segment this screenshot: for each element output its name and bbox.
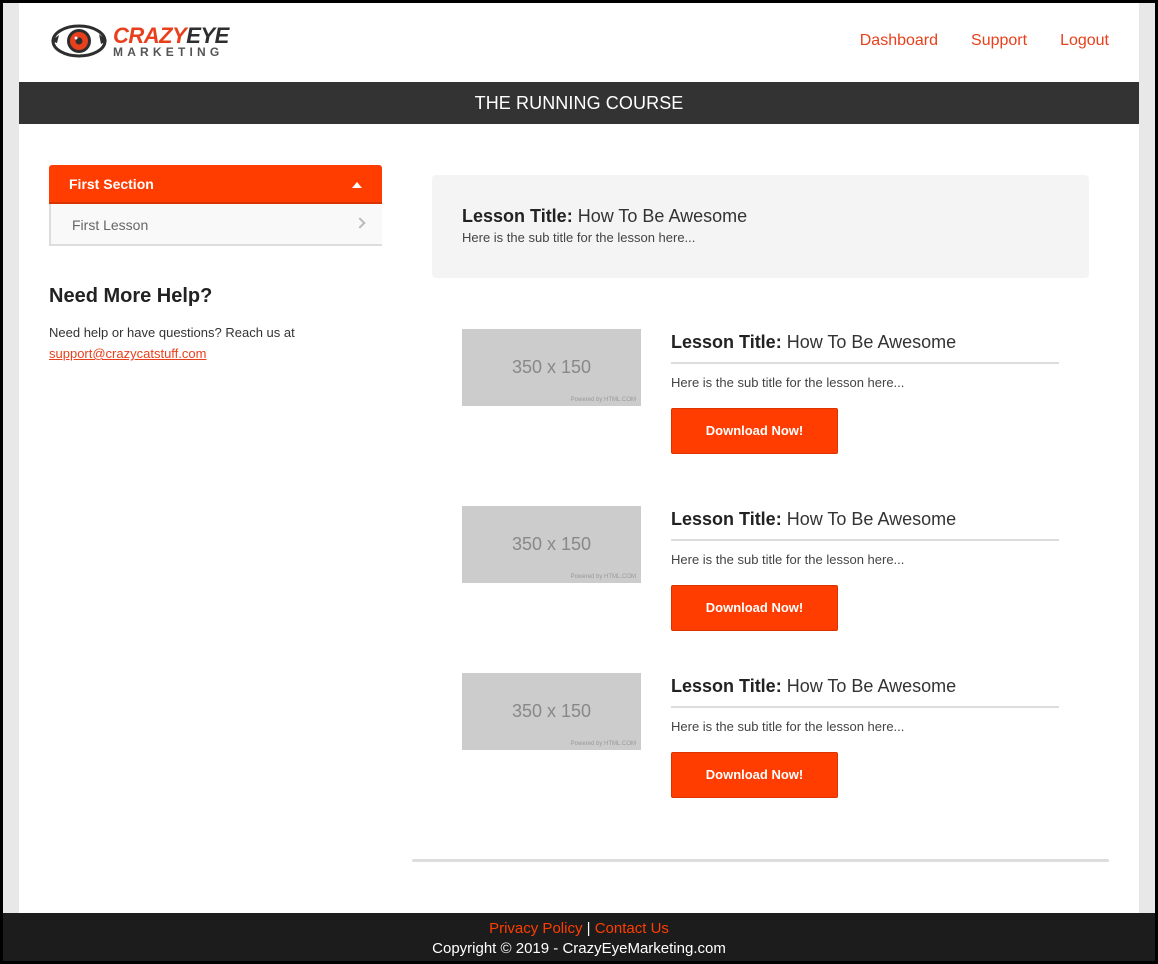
thumbnail-credit: Powered by HTML.COM — [570, 397, 636, 403]
lesson-subtitle: Here is the sub title for the lesson her… — [671, 552, 905, 567]
nav-logout-link[interactable]: Logout — [1060, 32, 1109, 50]
help-heading: Need More Help? — [49, 285, 213, 307]
support-email-link[interactable]: support@crazycatstuff.com — [49, 346, 206, 361]
lesson-card: 350 x 150 Powered by HTML.COM Lesson Tit… — [462, 329, 1059, 469]
page-container: CRAZYEYE MARKETING Dashboard Support Log… — [19, 3, 1139, 913]
hero-subtitle: Here is the sub title for the lesson her… — [462, 230, 696, 245]
brand-tagline: MARKETING — [113, 45, 224, 59]
lesson-title-label: Lesson Title: — [671, 509, 782, 529]
lesson-title: Lesson Title: How To Be Awesome — [671, 329, 1059, 364]
lesson-title: Lesson Title: How To Be Awesome — [671, 506, 1059, 541]
copyright-text: Copyright © 2019 - CrazyEyeMarketing.com — [432, 940, 726, 957]
contact-us-link[interactable]: Contact Us — [595, 920, 669, 937]
content-divider — [412, 859, 1109, 862]
caret-up-icon — [352, 182, 362, 188]
section-accordion: First Section First Lesson — [49, 165, 382, 246]
lesson-title-label: Lesson Title: — [671, 676, 782, 696]
thumbnail-credit: Powered by HTML.COM — [570, 574, 636, 580]
lesson-hero: Lesson Title: How To Be Awesome Here is … — [432, 175, 1089, 278]
eye-logo-icon — [51, 24, 107, 58]
section-label: First Section — [69, 176, 154, 192]
lesson-item-label: First Lesson — [72, 217, 149, 233]
brand-logo[interactable]: CRAZYEYE MARKETING — [49, 21, 249, 65]
lesson-thumbnail: 350 x 150 Powered by HTML.COM — [462, 506, 641, 583]
lesson-title-value: How To Be Awesome — [786, 509, 957, 529]
chevron-right-icon — [354, 217, 366, 229]
lesson-title-label: Lesson Title: — [671, 332, 782, 352]
brand-wordmark: CRAZYEYE — [113, 23, 229, 48]
help-text: Need help or have questions? Reach us at… — [49, 322, 295, 364]
privacy-policy-link[interactable]: Privacy Policy — [489, 920, 582, 937]
help-description: Need help or have questions? Reach us at — [49, 325, 295, 340]
hero-title-label: Lesson Title: — [462, 206, 573, 226]
download-now-button[interactable]: Download Now! — [671, 408, 838, 454]
lesson-card: 350 x 150 Powered by HTML.COM Lesson Tit… — [462, 673, 1059, 813]
lesson-title-value: How To Be Awesome — [786, 676, 957, 696]
top-nav: Dashboard Support Logout — [860, 32, 1109, 50]
site-footer: Privacy Policy | Contact Us Copyright © … — [3, 913, 1155, 961]
thumbnail-size-label: 350 x 150 — [511, 701, 592, 721]
thumbnail-size-label: 350 x 150 — [511, 357, 592, 377]
nav-support-link[interactable]: Support — [971, 32, 1027, 50]
hero-lesson-title: Lesson Title: How To Be Awesome — [462, 205, 1059, 227]
download-now-button[interactable]: Download Now! — [671, 585, 838, 631]
course-title-bar: THE RUNNING COURSE — [19, 82, 1139, 124]
lesson-card: 350 x 150 Powered by HTML.COM Lesson Tit… — [462, 506, 1059, 646]
thumbnail-size-label: 350 x 150 — [511, 534, 592, 554]
lesson-info: Lesson Title: How To Be Awesome Here is … — [671, 506, 1059, 631]
lesson-title-value: How To Be Awesome — [786, 332, 957, 352]
hero-title-value: How To Be Awesome — [577, 206, 748, 226]
download-now-button[interactable]: Download Now! — [671, 752, 838, 798]
lesson-info: Lesson Title: How To Be Awesome Here is … — [671, 329, 1059, 454]
footer-links: Privacy Policy | Contact Us — [3, 919, 1155, 938]
lesson-info: Lesson Title: How To Be Awesome Here is … — [671, 673, 1059, 798]
lesson-subtitle: Here is the sub title for the lesson her… — [671, 719, 905, 734]
lesson-title: Lesson Title: How To Be Awesome — [671, 673, 1059, 708]
lesson-thumbnail: 350 x 150 Powered by HTML.COM — [462, 673, 641, 750]
nav-dashboard-link[interactable]: Dashboard — [860, 32, 938, 50]
section-header-first-section[interactable]: First Section — [49, 165, 382, 204]
footer-separator: | — [586, 920, 591, 937]
lesson-subtitle: Here is the sub title for the lesson her… — [671, 375, 905, 390]
lesson-thumbnail: 350 x 150 Powered by HTML.COM — [462, 329, 641, 406]
thumbnail-credit: Powered by HTML.COM — [570, 741, 636, 747]
lesson-item-first-lesson[interactable]: First Lesson — [49, 204, 382, 246]
